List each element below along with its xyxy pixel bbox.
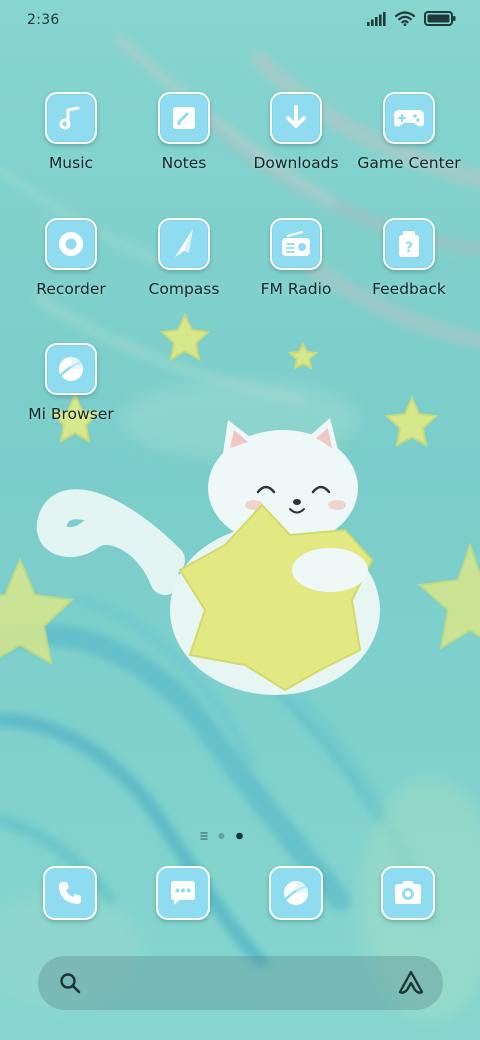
battery-icon xyxy=(424,11,456,30)
dock-camera[interactable] xyxy=(381,866,437,922)
app-label: Game Center xyxy=(357,154,461,172)
app-game-center[interactable]: Game Center xyxy=(353,92,465,172)
compass-needle-icon xyxy=(158,218,210,270)
signal-icon xyxy=(366,11,386,30)
app-mi-browser[interactable]: Mi Browser xyxy=(15,343,127,423)
app-label: Feedback xyxy=(372,280,446,298)
page-indicator xyxy=(200,832,243,840)
status-time: 2:36 xyxy=(27,12,60,28)
browser-planet-icon xyxy=(45,343,97,395)
search-icon[interactable] xyxy=(58,971,82,999)
radio-icon xyxy=(270,218,322,270)
app-label: FM Radio xyxy=(260,280,332,298)
record-icon xyxy=(45,218,97,270)
app-music[interactable]: Music xyxy=(15,92,127,172)
music-note-icon xyxy=(45,92,97,144)
app-label: Downloads xyxy=(253,154,339,172)
app-label: Mi Browser xyxy=(28,405,114,423)
home-lines-icon xyxy=(200,832,208,840)
app-compass[interactable]: Compass xyxy=(128,218,240,298)
page-dot-2-active xyxy=(236,832,243,840)
messages-icon xyxy=(156,866,210,920)
notes-icon xyxy=(158,92,210,144)
gamepad-icon xyxy=(383,92,435,144)
dock-messages[interactable] xyxy=(156,866,212,922)
search-input[interactable] xyxy=(94,968,378,1000)
app-notes[interactable]: Notes xyxy=(128,92,240,172)
phone-icon xyxy=(43,866,97,920)
status-icons xyxy=(366,11,456,30)
search-bar[interactable] xyxy=(38,956,443,1010)
app-feedback[interactable]: ? Feedback xyxy=(353,218,465,298)
app-fm-radio[interactable]: FM Radio xyxy=(240,218,352,298)
app-label: Compass xyxy=(148,280,220,298)
app-label: Music xyxy=(48,154,94,172)
dock-browser[interactable] xyxy=(269,866,325,922)
svg-text:?: ? xyxy=(405,240,413,256)
app-label: Notes xyxy=(161,154,207,172)
status-bar: 2:36 xyxy=(0,0,480,42)
app-label: Recorder xyxy=(36,280,106,298)
download-arrow-icon xyxy=(270,92,322,144)
browser-planet-icon xyxy=(269,866,323,920)
page-dot-1 xyxy=(218,833,225,839)
app-recorder[interactable]: Recorder xyxy=(15,218,127,298)
assistant-icon[interactable] xyxy=(397,969,425,1001)
feedback-icon: ? xyxy=(383,218,435,270)
app-downloads[interactable]: Downloads xyxy=(240,92,352,172)
dock-phone[interactable] xyxy=(43,866,99,922)
camera-icon xyxy=(381,866,435,920)
wifi-icon xyxy=(394,11,416,30)
